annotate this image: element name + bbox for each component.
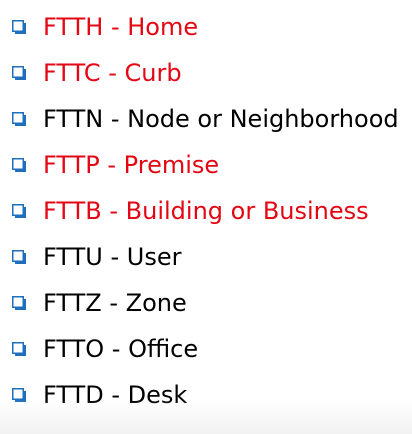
list-item: FTTH - Home xyxy=(12,4,399,50)
square-bullet-icon xyxy=(12,158,26,172)
square-bullet-icon xyxy=(12,66,26,80)
list-item-label: FTTP - Premise xyxy=(43,151,220,179)
list-item: FTTC - Curb xyxy=(12,50,399,96)
list-item-label: FTTO - Office xyxy=(43,335,199,363)
fiber-types-list: FTTH - Home FTTC - Curb FTTN - Node or N… xyxy=(12,4,399,418)
list-item-label: FTTU - User xyxy=(43,243,182,271)
square-bullet-icon xyxy=(12,250,26,264)
list-item-label: FTTZ - Zone xyxy=(43,289,187,317)
square-bullet-icon xyxy=(12,296,26,310)
list-item: FTTZ - Zone xyxy=(12,280,399,326)
list-item: FTTO - Office xyxy=(12,326,399,372)
list-item-label: FTTB - Building or Business xyxy=(43,197,369,225)
list-item-label: FTTH - Home xyxy=(43,13,199,41)
list-item-label: FTTC - Curb xyxy=(43,59,182,87)
list-item: FTTB - Building or Business xyxy=(12,188,399,234)
bottom-fade xyxy=(0,400,412,434)
list-item: FTTN - Node or Neighborhood xyxy=(12,96,399,142)
list-item: FTTP - Premise xyxy=(12,142,399,188)
list-item-label: FTTN - Node or Neighborhood xyxy=(43,105,399,133)
square-bullet-icon xyxy=(12,20,26,34)
square-bullet-icon xyxy=(12,342,26,356)
square-bullet-icon xyxy=(12,112,26,126)
list-item: FTTU - User xyxy=(12,234,399,280)
square-bullet-icon xyxy=(12,204,26,218)
